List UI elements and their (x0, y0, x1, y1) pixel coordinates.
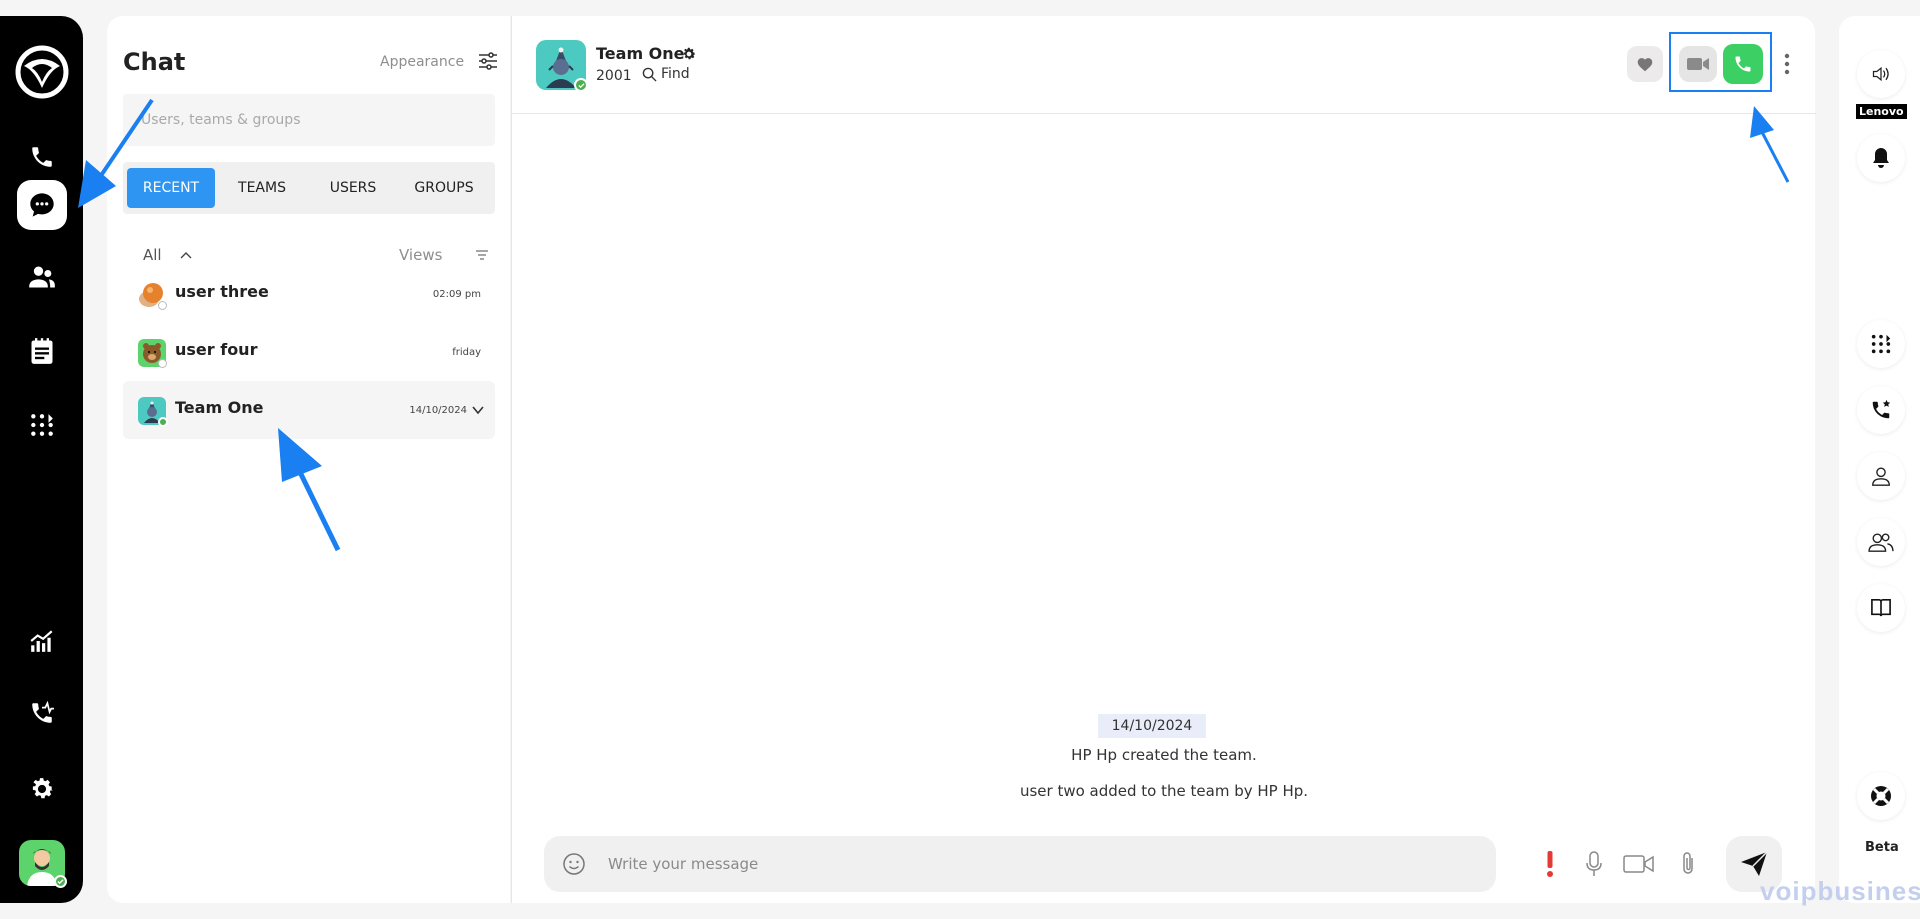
user-icon (1872, 467, 1890, 486)
app-logo[interactable] (14, 44, 70, 100)
date-separator: 14/10/2024 (1098, 714, 1206, 738)
chat-list-panel: Chat Appearance RECENT TEAMS USERS GROUP… (107, 16, 510, 903)
send-icon (1741, 851, 1768, 876)
chat-main-panel: Team One 2001 Find 14/10/2024 HP Hp crea… (511, 16, 1816, 903)
team-extension: 2001 (596, 68, 632, 84)
watermark: voipbusiness (1760, 876, 1920, 906)
bell-icon (1873, 148, 1889, 168)
tab-groups[interactable]: GROUPS (400, 168, 488, 208)
conversation-item-selected[interactable]: Team One 14/10/2024 (123, 381, 495, 439)
find-label: Find (661, 66, 690, 82)
users-icon[interactable] (17, 252, 67, 302)
system-message: HP Hp created the team. (1071, 746, 1257, 764)
users-icon (1868, 533, 1894, 552)
chevron-up-icon[interactable] (179, 248, 193, 262)
speaker-icon (1872, 66, 1889, 82)
search-icon (642, 67, 657, 82)
panel-title: Chat (123, 48, 186, 76)
tab-users[interactable]: USERS (309, 168, 397, 208)
online-status-dot (54, 875, 67, 888)
beta-label: Beta (1865, 840, 1899, 855)
conversation-name: user four (175, 340, 258, 359)
dialpad-icon (1871, 334, 1891, 354)
phone-star-icon (1872, 399, 1891, 419)
group-button[interactable] (1857, 518, 1905, 566)
tune-icon[interactable] (478, 52, 498, 70)
conversation-time: 02:09 pm (432, 289, 481, 300)
chevron-down-icon[interactable] (471, 403, 485, 417)
filter-dropdown[interactable]: All (143, 246, 162, 264)
appearance-link[interactable]: Appearance (380, 54, 464, 70)
conversation-item[interactable]: user three 02:09 pm (123, 265, 495, 323)
stats-icon[interactable] (17, 616, 67, 666)
message-composer (544, 836, 1693, 892)
video-call-button[interactable] (1679, 46, 1717, 82)
tab-recent[interactable]: RECENT (127, 168, 215, 208)
online-status-dot (574, 78, 588, 92)
contact-button[interactable] (1857, 452, 1905, 500)
team-settings-icon[interactable] (681, 46, 697, 62)
sort-icon[interactable] (475, 248, 489, 262)
conversation-title: Team One (596, 44, 685, 63)
offline-status-dot (158, 301, 167, 310)
speaker-button[interactable] (1857, 50, 1905, 98)
settings-icon[interactable] (17, 764, 67, 814)
audio-call-button[interactable] (1723, 44, 1763, 84)
chat-icon[interactable] (17, 180, 67, 230)
attachment-icon[interactable] (1674, 850, 1702, 878)
heart-icon (1637, 58, 1653, 72)
search-box (123, 94, 495, 146)
phone-icon (1735, 56, 1751, 72)
notifications-button[interactable] (1857, 134, 1905, 182)
book-icon (1871, 599, 1891, 617)
speed-dial-button[interactable] (1857, 386, 1905, 434)
offline-status-dot (158, 359, 167, 368)
device-label: Lenovo (1856, 104, 1907, 119)
system-message: user two added to the team by HP Hp. (1019, 782, 1309, 800)
support-button[interactable] (1857, 772, 1905, 820)
notes-icon[interactable] (17, 326, 67, 376)
emoji-icon[interactable] (562, 852, 586, 876)
urgent-icon[interactable] (1536, 850, 1564, 878)
more-options-icon[interactable] (1782, 52, 1792, 76)
video-camera-icon (1687, 58, 1709, 70)
chat-tabs: RECENT TEAMS USERS GROUPS (123, 162, 495, 214)
search-input[interactable] (123, 94, 495, 146)
dialpad-button[interactable] (1857, 320, 1905, 368)
phone-icon[interactable] (17, 132, 67, 182)
dialpad-icon[interactable] (17, 400, 67, 450)
left-navigation-rail (0, 16, 83, 903)
find-button[interactable]: Find (642, 66, 690, 82)
chat-header: Team One 2001 Find (512, 16, 1816, 114)
microphone-icon[interactable] (1580, 850, 1608, 878)
lifebuoy-icon (1871, 786, 1891, 806)
conversation-time: friday (452, 347, 481, 358)
conversation-name: user three (175, 282, 269, 301)
phonebook-button[interactable] (1857, 584, 1905, 632)
call-actions-highlight (1669, 32, 1772, 92)
conversation-time: 14/10/2024 (409, 405, 467, 416)
tab-teams[interactable]: TEAMS (218, 168, 306, 208)
video-message-icon[interactable] (1622, 850, 1656, 878)
right-sidebar: Lenovo Beta (1839, 16, 1920, 903)
online-status-dot (158, 417, 168, 427)
conversation-name: Team One (175, 398, 264, 417)
favorite-button[interactable] (1627, 46, 1663, 82)
conversation-item[interactable]: user four friday (123, 323, 495, 381)
call-activity-icon[interactable] (17, 688, 67, 738)
message-input[interactable] (608, 846, 1408, 882)
views-dropdown[interactable]: Views (399, 246, 442, 264)
